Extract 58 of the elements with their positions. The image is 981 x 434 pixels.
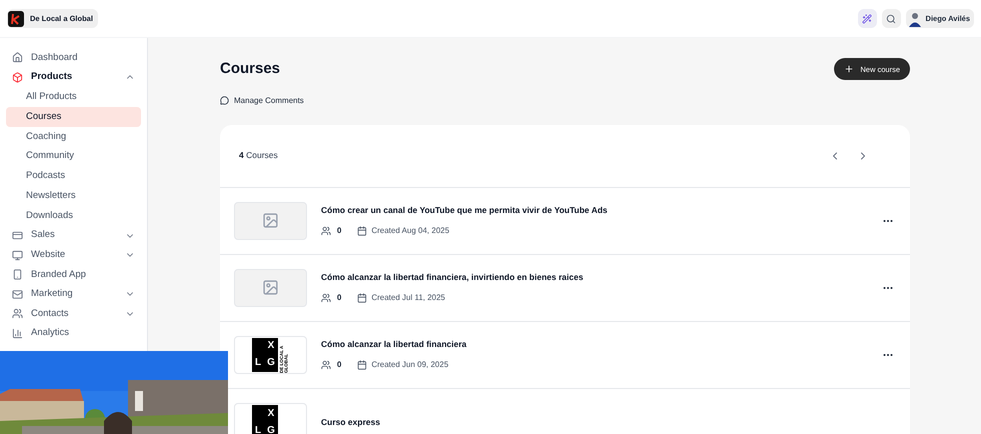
monitor-icon (12, 250, 23, 261)
created-date: Created Jul 11, 2025 (371, 292, 446, 304)
sidebar-subitem[interactable]: All Products (6, 87, 141, 107)
logo-letter: G (266, 424, 276, 434)
sidebar-subitem[interactable]: Downloads (6, 206, 141, 226)
logo-letter: L (254, 356, 262, 370)
logo-letter: L (254, 424, 262, 434)
sidebar-subitem[interactable]: Community (6, 146, 141, 166)
box-icon (12, 72, 23, 83)
sidebar-subitem[interactable]: Podcasts (6, 166, 141, 186)
calendar-icon (357, 292, 368, 303)
sidebar-item[interactable]: Products (4, 68, 143, 88)
logo-letter: G (266, 356, 276, 370)
image-icon (262, 212, 279, 229)
course-title[interactable]: Curso express (321, 416, 896, 428)
members-icon (321, 292, 331, 303)
members-icon (321, 360, 331, 370)
course-title[interactable]: Cómo alcanzar la libertad financiera, invirtiendo en bienes raices (321, 271, 882, 284)
magic-wand-button[interactable] (858, 9, 877, 28)
home-icon (12, 52, 23, 64)
phone-icon (12, 269, 23, 280)
sidebar-item[interactable]: Contacts (4, 304, 143, 324)
mail-icon (12, 288, 23, 300)
created-date: Created Jun 09, 2025 (371, 358, 448, 371)
sidebar-item[interactable]: Website (4, 245, 143, 265)
course-title[interactable]: Cómo crear un canal de YouTube que me permita vivir de YouTube Ads (321, 204, 882, 217)
sidebar-item[interactable]: Marketing (4, 284, 143, 304)
search-button[interactable] (882, 9, 901, 28)
members-icon (321, 226, 331, 236)
sidebar-item[interactable]: Branded App (4, 264, 143, 285)
calendar-icon (357, 360, 368, 370)
course-count: 4 Courses (239, 149, 279, 162)
course-title[interactable]: Cómo alcanzar la libertad financiera (321, 338, 882, 351)
logo-letter: X (266, 339, 276, 353)
manage-comments-link[interactable]: Manage Comments (220, 94, 304, 106)
member-count: 0 (337, 292, 342, 304)
sidebar-item[interactable]: Analytics (4, 324, 143, 344)
plus-icon (844, 64, 854, 74)
page-title: Courses (220, 59, 280, 79)
search-icon (886, 14, 896, 24)
logo-letter: X (266, 406, 276, 420)
member-count: 0 (337, 358, 342, 371)
avatar-icon (908, 10, 922, 26)
member-count: 0 (337, 224, 342, 237)
sidebar-item[interactable]: Sales (4, 226, 143, 246)
sidebar-subitem[interactable]: Newsletters (6, 186, 141, 206)
sidebar-item[interactable]: Dashboard (4, 48, 143, 68)
brand-logo (8, 10, 24, 26)
card-icon (12, 230, 23, 242)
image-icon (262, 279, 279, 296)
calendar-icon (357, 226, 368, 236)
bar-chart-icon (12, 328, 23, 340)
users-icon (12, 308, 23, 320)
created-date: Created Aug 04, 2025 (371, 224, 450, 237)
comment-icon (220, 96, 229, 105)
sidebar-subitem[interactable]: Coaching (6, 126, 141, 147)
wand-icon (862, 14, 872, 24)
sidebar-subitem[interactable]: Courses (6, 106, 141, 127)
